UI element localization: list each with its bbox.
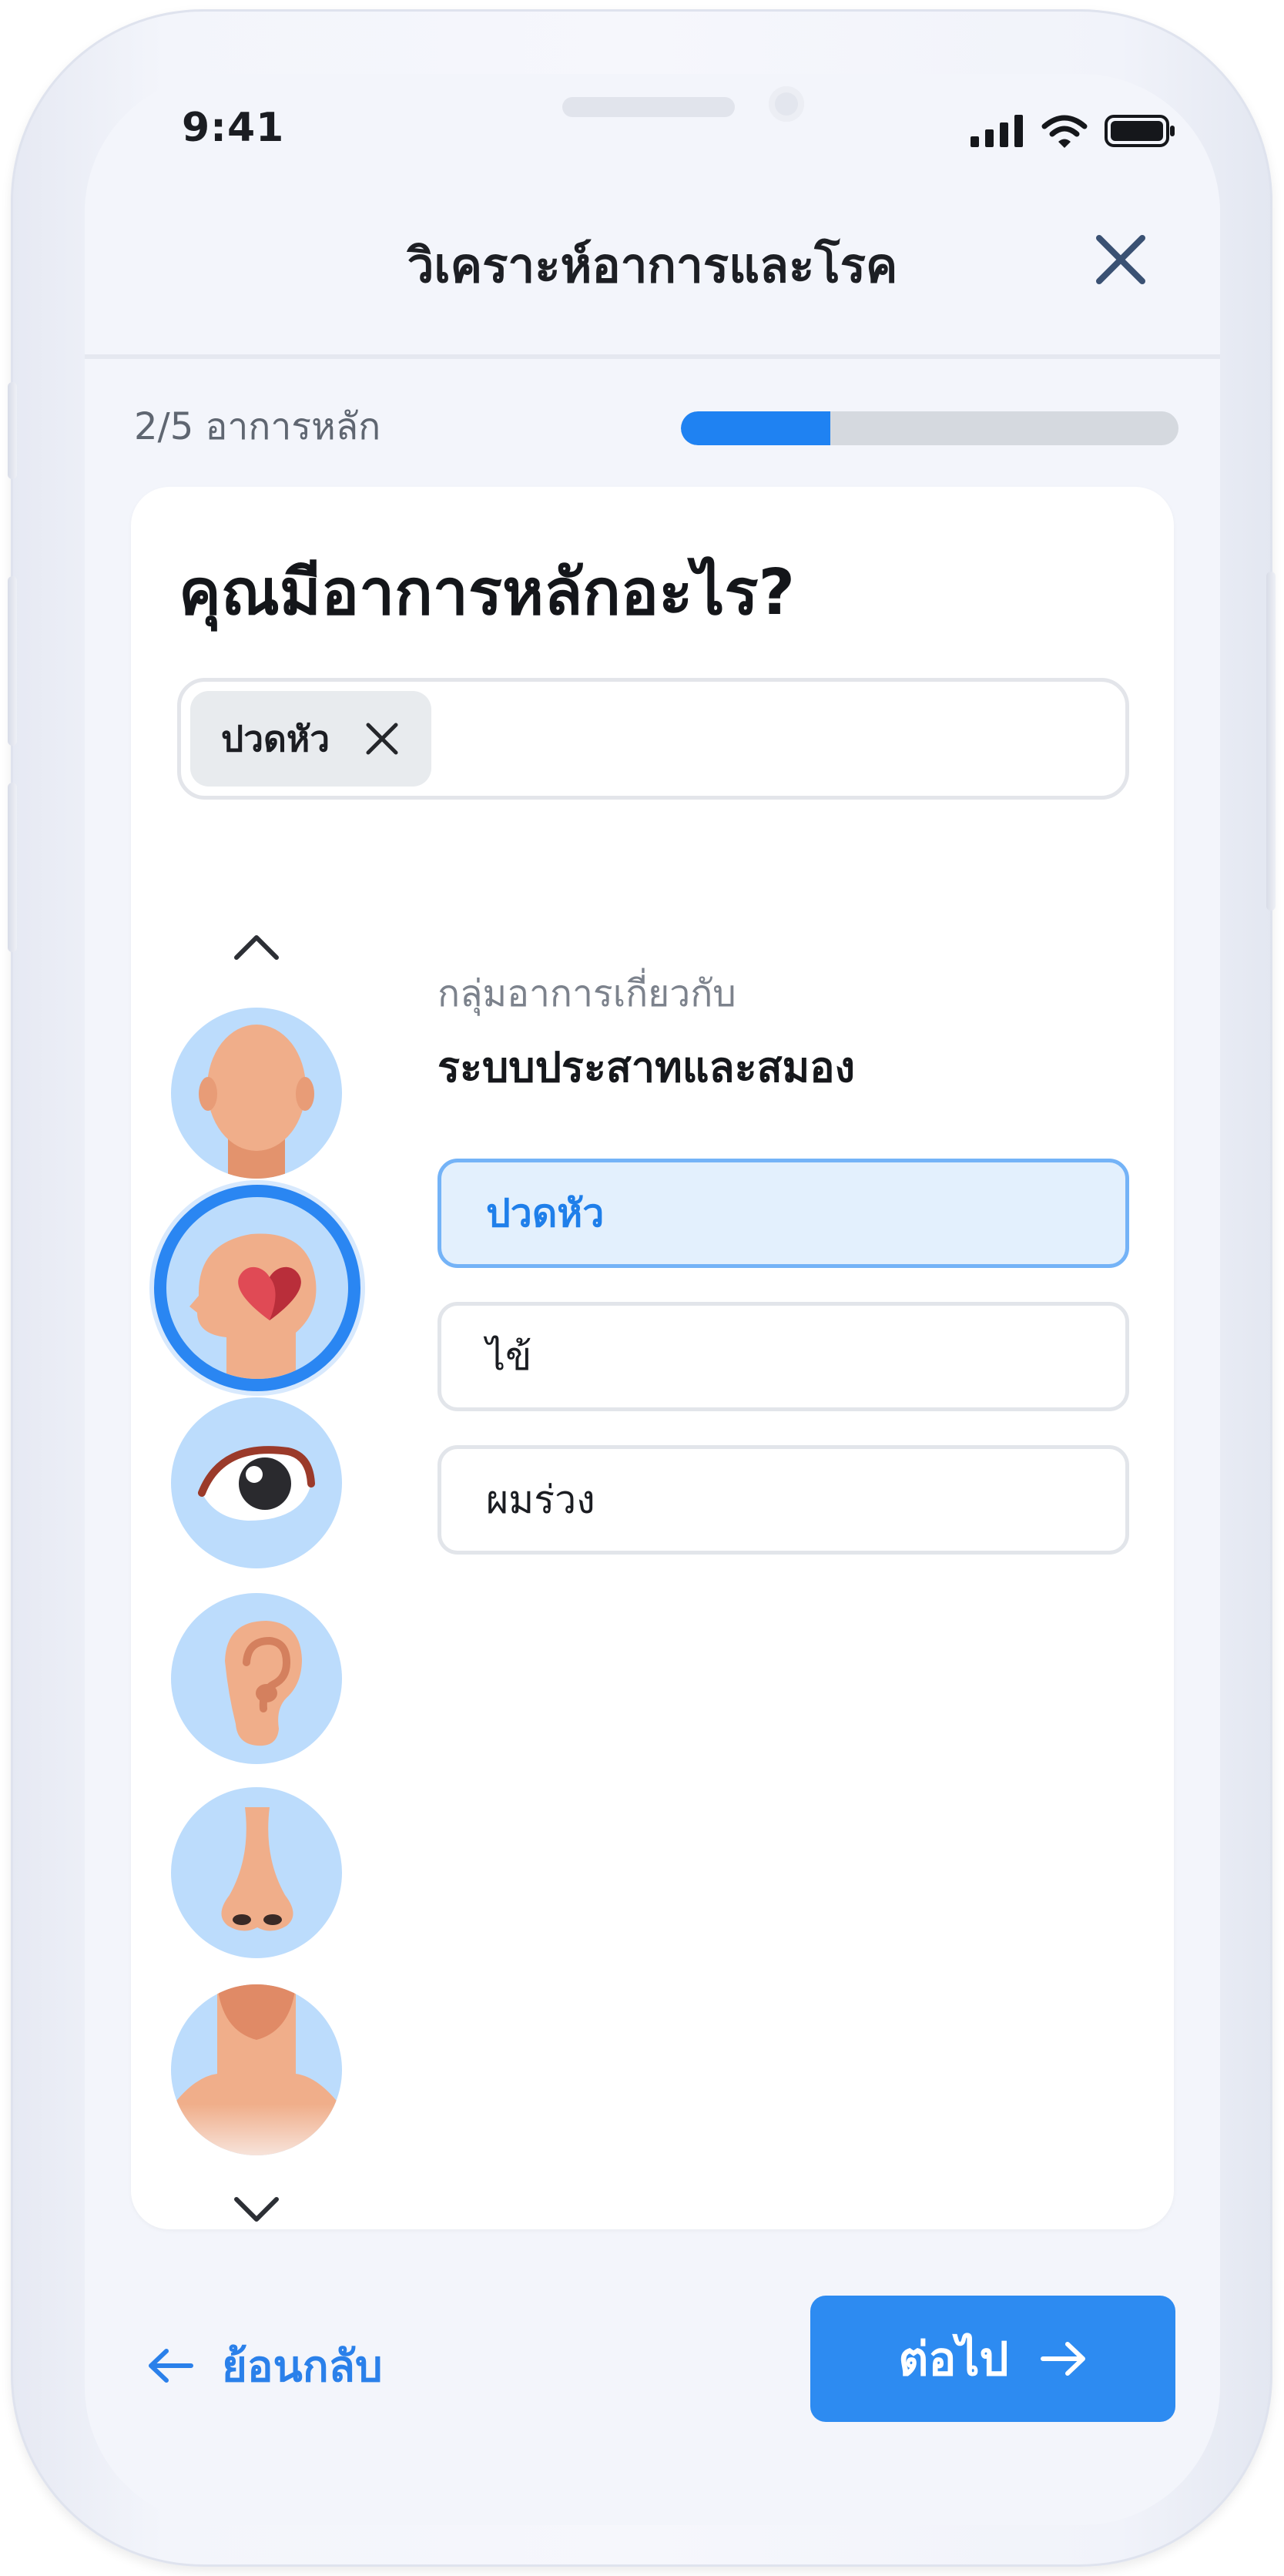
body-part-ear[interactable] <box>171 1593 342 1764</box>
wifi-icon <box>1041 115 1088 148</box>
body-part-eye[interactable] <box>171 1397 342 1568</box>
symptom-option-headache[interactable]: ปวดหัว <box>437 1159 1129 1268</box>
front-camera <box>769 86 804 122</box>
close-icon[interactable] <box>365 722 399 756</box>
battery-icon <box>1105 115 1175 147</box>
chip-label: ปวดหัว <box>221 717 330 760</box>
question-heading: คุณมีอาการหลักอะไร? <box>179 556 796 629</box>
symptom-option-fever[interactable]: ไข้ <box>437 1302 1129 1411</box>
close-icon <box>1096 235 1145 284</box>
group-title: ระบบประสาทและสมอง <box>437 1043 855 1092</box>
progress-bar <box>681 411 1178 445</box>
scroll-up-button[interactable] <box>230 927 283 966</box>
arrow-left-icon <box>149 2349 193 2383</box>
status-time: 9:41 <box>182 105 285 151</box>
next-button[interactable]: ต่อไป <box>810 2296 1175 2422</box>
back-button-label: ย้อนกลับ <box>222 2341 383 2392</box>
body-part-nose[interactable] <box>171 1787 342 1958</box>
neck-icon <box>171 1984 342 2155</box>
back-button[interactable]: ย้อนกลับ <box>146 2323 383 2408</box>
arrow-right-icon <box>1040 2342 1085 2376</box>
page-title: วิเคราะห์อาการและโรค <box>407 237 898 293</box>
next-button-label: ต่อไป <box>898 2332 1009 2386</box>
app-screen: 9:41 วิเคราะห์อาการและโรค 2/5 อาการหลัก … <box>85 74 1220 2525</box>
chevron-down-icon <box>234 2197 279 2222</box>
symptom-option-hair-loss[interactable]: ผมร่วง <box>437 1445 1129 1555</box>
body-part-neck[interactable] <box>171 1984 342 2155</box>
brain-icon <box>189 1233 317 1379</box>
chevron-up-icon <box>234 935 279 960</box>
signal-bars-icon <box>971 115 1023 147</box>
symptom-card: คุณมีอาการหลักอะไร? ปวดหัว กลุ่มอาการเกี… <box>131 487 1174 2229</box>
header-bar: วิเคราะห์อาการและโรค <box>85 197 1220 359</box>
volume-up-button <box>8 576 17 746</box>
selected-symptom-chip[interactable]: ปวดหัว <box>190 691 432 787</box>
volume-down-button <box>8 783 17 952</box>
progress-bar-fill <box>681 411 830 445</box>
body-part-brain[interactable] <box>154 1185 360 1391</box>
ear-icon <box>225 1621 302 1746</box>
phone-frame: 9:41 วิเคราะห์อาการและโรค 2/5 อาการหลัก … <box>8 9 1276 2567</box>
group-subtitle: กลุ่มอาการเกี่ยวกับ <box>437 972 736 1015</box>
earpiece-speaker <box>562 97 735 117</box>
scroll-down-button[interactable] <box>230 2191 283 2229</box>
nose-icon <box>221 1807 293 1931</box>
eye-icon <box>198 1446 315 1521</box>
head-icon <box>199 1025 314 1179</box>
status-icons <box>971 114 1175 148</box>
selected-symptoms-field[interactable]: ปวดหัว <box>177 678 1129 800</box>
body-part-head[interactable] <box>171 1008 342 1179</box>
step-label: 2/5 อาการหลัก <box>134 405 381 448</box>
close-button[interactable] <box>1086 225 1155 294</box>
silent-switch <box>8 382 17 479</box>
power-button <box>1266 572 1276 911</box>
